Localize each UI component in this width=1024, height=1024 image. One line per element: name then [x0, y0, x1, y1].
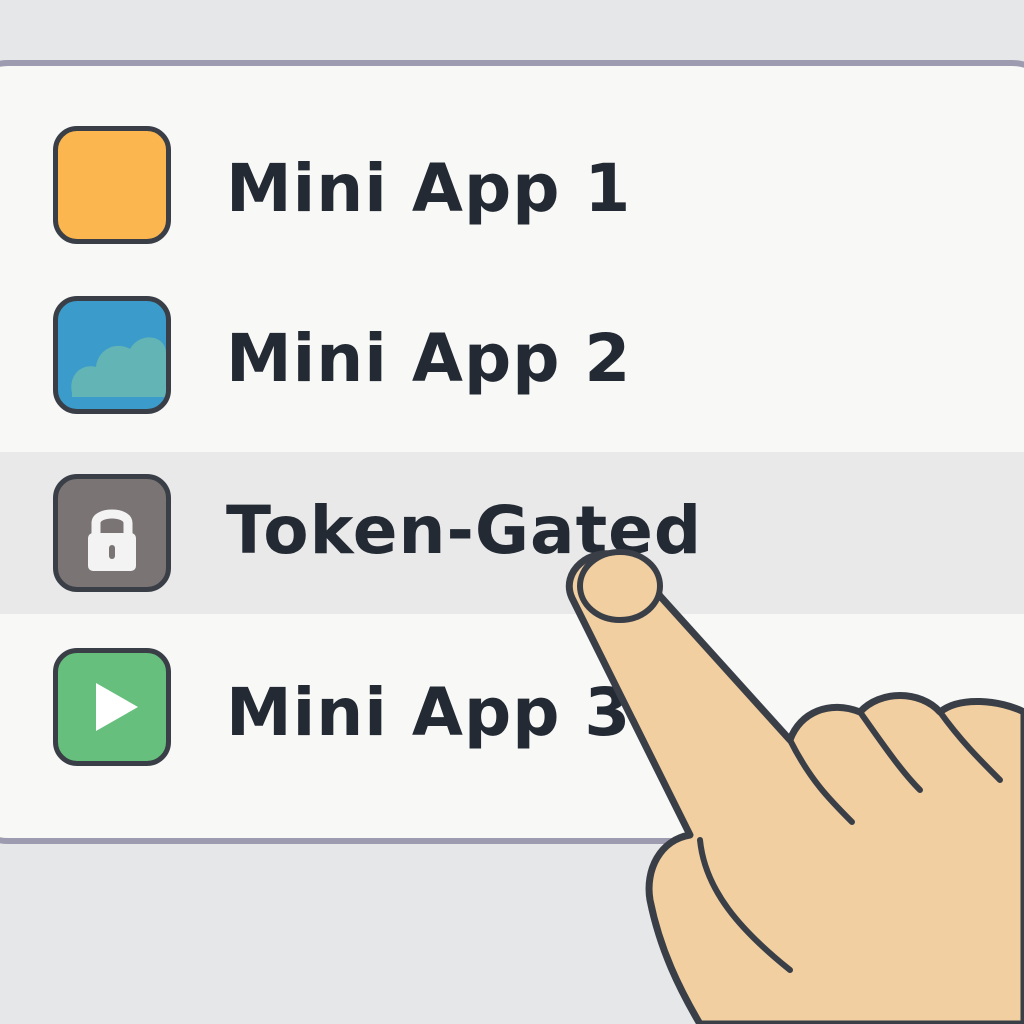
list-item-mini-app-3[interactable]: Mini App 3 [0, 626, 1024, 796]
orange-square-icon [53, 126, 171, 244]
play-icon [53, 648, 171, 766]
app-list-panel: Mini App 1 Mini App 2 Token-Gated Mini A… [0, 60, 1024, 844]
list-item-mini-app-1[interactable]: Mini App 1 [0, 106, 1024, 276]
list-item-label: Mini App 1 [226, 150, 632, 227]
screen: Mini App 1 Mini App 2 Token-Gated Mini A… [0, 0, 1024, 1024]
list-item-mini-app-2[interactable]: Mini App 2 [0, 280, 1024, 450]
lock-icon [53, 474, 171, 592]
list-item-label: Mini App 3 [226, 674, 632, 751]
list-item-token-gated[interactable]: Token-Gated [0, 452, 1024, 614]
list-item-label: Token-Gated [226, 492, 703, 569]
list-item-label: Mini App 2 [226, 320, 632, 397]
cloud-icon [53, 296, 171, 414]
